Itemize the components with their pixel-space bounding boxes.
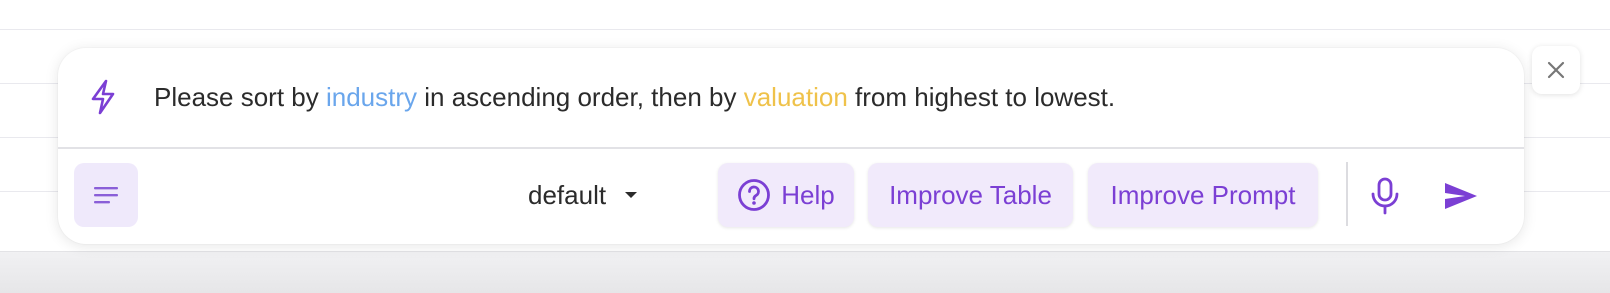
background-bottom-strip (0, 251, 1610, 293)
keyword-industry: industry (325, 82, 418, 112)
prompt-text[interactable]: Please sort by industry in ascending ord… (154, 48, 1115, 147)
prompt-toolbar: default Help Improve Table Improve Promp… (58, 149, 1524, 244)
background-row-divider (0, 29, 1610, 30)
menu-lines-icon (94, 187, 118, 204)
help-label: Help (781, 179, 835, 210)
toolbar-divider (1346, 162, 1348, 226)
send-icon (1445, 183, 1477, 209)
close-button[interactable] (1532, 46, 1580, 94)
prompt-text-segment: in ascending order, then by (417, 82, 744, 112)
help-circle-icon (738, 179, 771, 211)
mode-dropdown[interactable]: default (528, 163, 638, 227)
keyword-valuation: valuation (743, 82, 848, 112)
caret-down-icon (625, 192, 638, 198)
close-icon (1547, 61, 1565, 79)
microphone-icon (1371, 177, 1399, 215)
mode-value: default (528, 179, 607, 210)
menu-button[interactable] (74, 163, 138, 227)
improve-table-button[interactable]: Improve Table (868, 163, 1073, 227)
help-button[interactable]: Help (718, 163, 854, 227)
improve-prompt-button[interactable]: Improve Prompt (1088, 163, 1318, 227)
improve-prompt-label: Improve Prompt (1110, 179, 1296, 210)
lightning-bolt-icon (91, 79, 115, 115)
improve-table-label: Improve Table (889, 179, 1052, 210)
microphone-button[interactable] (1360, 171, 1410, 221)
prompt-panel: Please sort by industry in ascending ord… (58, 48, 1524, 244)
prompt-text-segment: from highest to lowest. (847, 82, 1116, 112)
prompt-input-row[interactable]: Please sort by industry in ascending ord… (58, 48, 1524, 149)
send-button[interactable] (1436, 171, 1486, 221)
prompt-text-segment: Please sort by (154, 82, 326, 112)
